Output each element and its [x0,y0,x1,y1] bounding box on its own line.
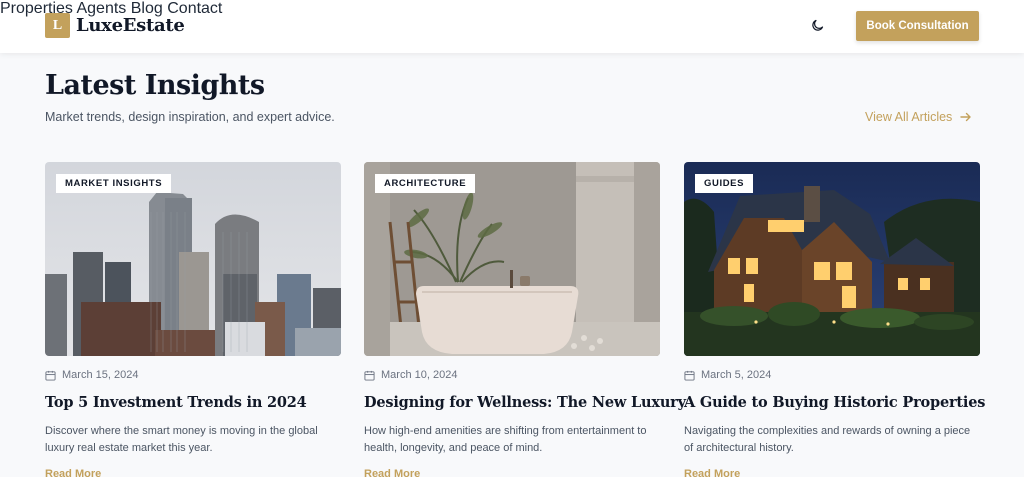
article-excerpt: Discover where the smart money is moving… [45,425,318,454]
section-title: Latest Insights [45,70,265,101]
article-image-city-skyline[interactable]: MARKET INSIGHTS [45,162,341,356]
read-more-link[interactable]: Read More [684,468,740,477]
calendar-icon [45,370,56,381]
section-subtitle: Market trends, design inspiration, and e… [45,110,335,124]
article-excerpt: How high-end amenities are shifting from… [364,425,647,454]
article-date: March 15, 2024 [45,369,138,381]
logo[interactable]: L LuxeEstate [45,13,185,38]
calendar-icon [364,370,375,381]
article-image-bathroom[interactable]: ARCHITECTURE [364,162,660,356]
article-date: March 10, 2024 [364,369,457,381]
article-card[interactable]: ARCHITECTURE March 10, 2024 Designing fo… [364,162,686,477]
logo-mark: L [45,13,70,38]
category-badge: MARKET INSIGHTS [56,174,172,193]
article-card[interactable]: MARKET INSIGHTS March 15, 2024 Top 5 Inv… [45,162,341,477]
book-consultation-button[interactable]: Book Consultation [856,11,979,41]
category-badge: ARCHITECTURE [375,174,476,193]
logo-text: LuxeEstate [76,15,185,36]
site-header: L LuxeEstate Properties Agents Blog Cont… [0,0,1024,53]
view-all-label: View All Articles [865,110,953,124]
article-image-historic-house[interactable]: GUIDES [684,162,980,356]
calendar-icon [684,370,695,381]
article-date-text: March 15, 2024 [62,369,139,381]
arrow-right-icon [960,112,972,122]
article-date-text: March 10, 2024 [381,369,458,381]
article-title[interactable]: Top 5 Investment Trends in 2024 [45,394,307,411]
article-title[interactable]: A Guide to Buying Historic Properties [684,394,985,411]
article-date-text: March 5, 2024 [701,369,772,381]
category-badge: GUIDES [695,174,754,193]
read-more-link[interactable]: Read More [364,468,420,477]
article-excerpt: Navigating the complexities and rewards … [684,425,971,454]
article-date: March 5, 2024 [684,369,771,381]
moon-icon[interactable] [810,18,825,33]
article-title[interactable]: Designing for Wellness: The New Luxury [364,394,686,411]
article-card[interactable]: GUIDES March 5, 2024 A Guide to Buying H… [684,162,985,477]
read-more-link[interactable]: Read More [45,468,101,477]
view-all-articles-link[interactable]: View All Articles [865,110,972,124]
